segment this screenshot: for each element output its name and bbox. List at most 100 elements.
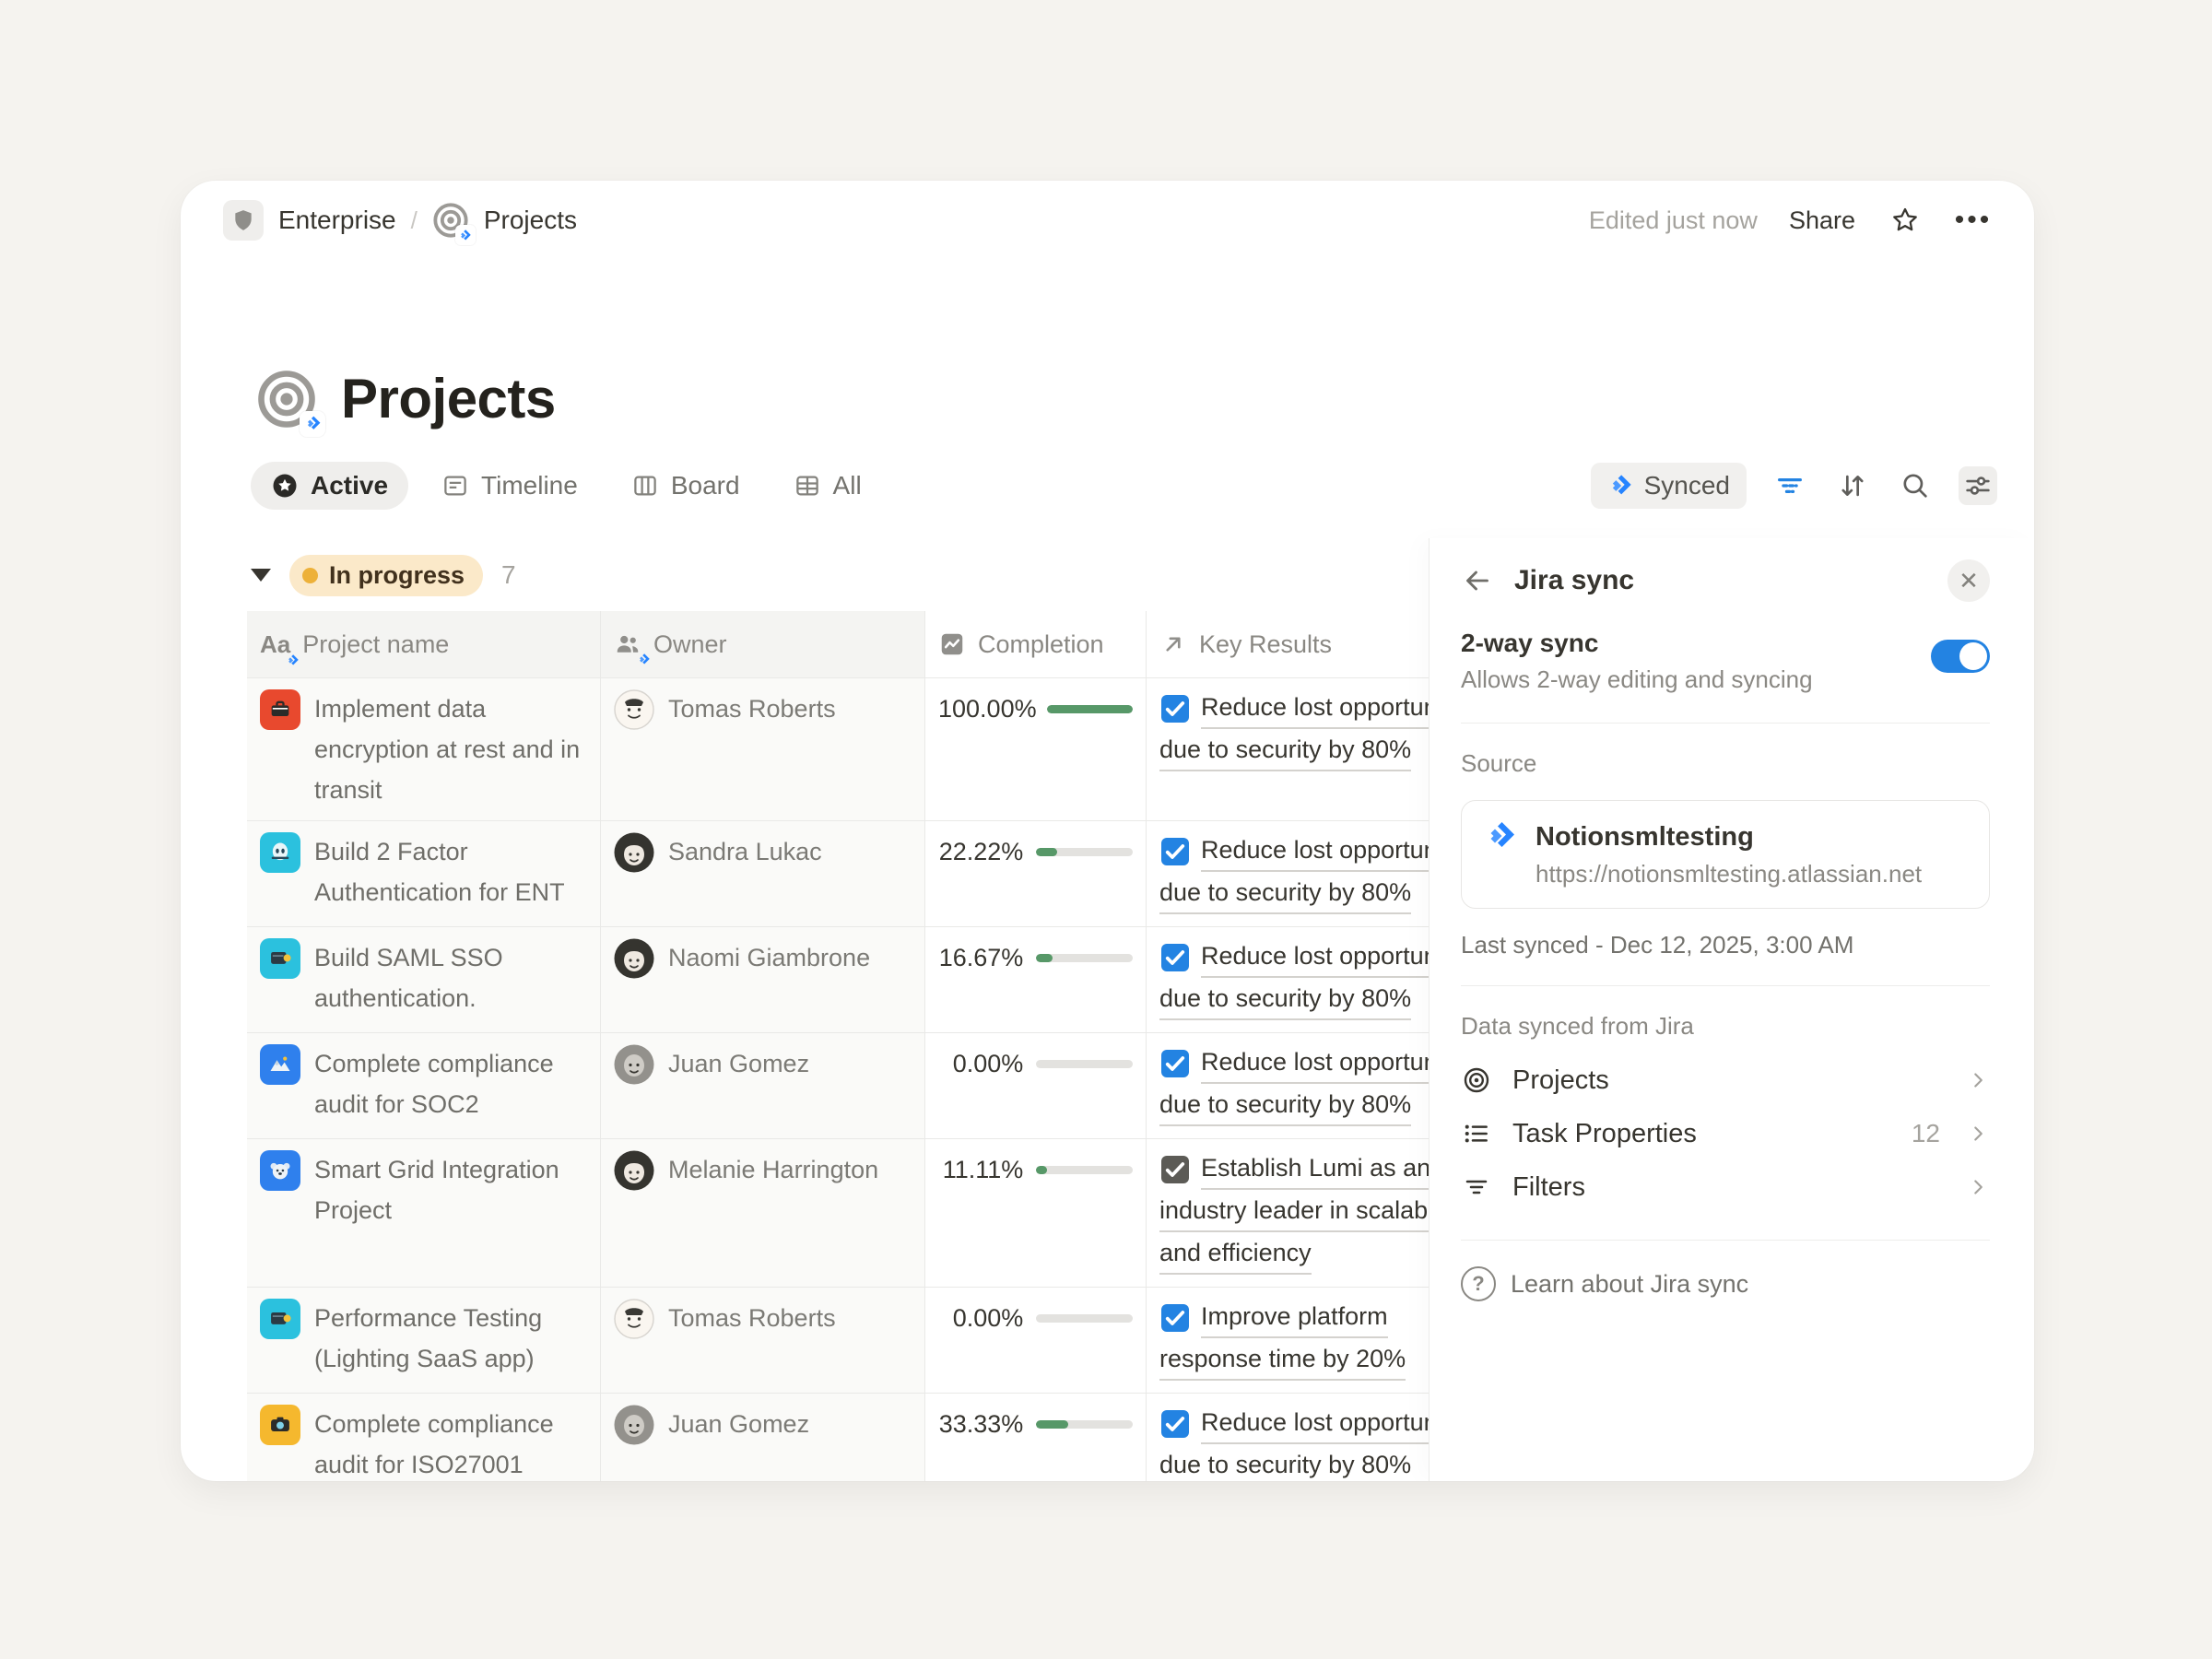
completion-cell[interactable]: 100.00%: [925, 678, 1147, 820]
key-result-link[interactable]: and efficiency: [1159, 1234, 1312, 1275]
completion-cell[interactable]: 33.33%: [925, 1394, 1147, 1481]
panel-item-task-properties[interactable]: Task Properties 12: [1461, 1107, 1990, 1160]
checkbox-icon: [1161, 695, 1189, 723]
divider: [1461, 985, 1990, 986]
notion-page-card: Enterprise / Projects Edited just now Sh…: [181, 181, 2034, 1481]
chevron-right-icon: [1966, 1122, 1990, 1146]
two-way-sync-toggle[interactable]: [1931, 640, 1990, 673]
project-name-cell[interactable]: Build 2 Factor Authentication for ENT: [247, 821, 601, 926]
tab-active[interactable]: Active: [251, 462, 408, 510]
key-result-link[interactable]: due to security by 80%: [1159, 731, 1411, 771]
completion-cell[interactable]: 0.00%: [925, 1033, 1147, 1138]
more-options-icon[interactable]: •••: [1955, 202, 1992, 239]
completion-cell[interactable]: 11.11%: [925, 1139, 1147, 1287]
view-settings-icon[interactable]: [1959, 466, 1997, 505]
key-result-link[interactable]: response time by 20%: [1159, 1340, 1406, 1381]
panel-item-label: Filters: [1512, 1172, 1946, 1203]
owner-cell[interactable]: Sandra Lukac: [601, 821, 925, 926]
key-result-link[interactable]: Improve platform: [1201, 1298, 1388, 1338]
checkbox-icon: [1161, 944, 1189, 971]
project-name: Build SAML SSO authentication.: [314, 937, 587, 1022]
help-icon: ?: [1461, 1266, 1496, 1301]
table-row: Performance Testing (Lighting SaaS app) …: [247, 1287, 1534, 1393]
page-target-icon: [432, 202, 469, 239]
toolbar-right: Synced: [1591, 463, 1997, 509]
project-name: Implement data encryption at rest and in…: [314, 688, 587, 810]
completion-cell[interactable]: 16.67%: [925, 927, 1147, 1032]
key-result-link[interactable]: due to security by 80%: [1159, 980, 1411, 1020]
column-header-owner[interactable]: Owner: [601, 611, 925, 677]
favorite-star-icon[interactable]: [1887, 202, 1924, 239]
sort-icon[interactable]: [1833, 466, 1872, 505]
last-synced-status: Last synced - Dec 12, 2025, 3:00 AM: [1461, 931, 1990, 959]
progress-bar: [1036, 848, 1133, 856]
share-button[interactable]: Share: [1789, 206, 1855, 235]
toolbox-icon: [260, 689, 300, 730]
tab-timeline[interactable]: Timeline: [421, 462, 598, 510]
page-icon-target[interactable]: [256, 369, 317, 429]
source-card[interactable]: Notionsmltesting https://notionsmltestin…: [1461, 800, 1990, 909]
breadcrumb-separator: /: [411, 206, 418, 235]
status-badge[interactable]: In progress: [289, 555, 483, 596]
owner-cell[interactable]: Tomas Roberts: [601, 1288, 925, 1393]
key-result-link[interactable]: due to security by 80%: [1159, 1086, 1411, 1126]
project-name-cell[interactable]: Implement data encryption at rest and in…: [247, 678, 601, 820]
project-name-cell[interactable]: Complete compliance audit for ISO27001: [247, 1394, 601, 1481]
learn-about-jira-sync-link[interactable]: ? Learn about Jira sync: [1461, 1266, 1990, 1301]
project-name-cell[interactable]: Build SAML SSO authentication.: [247, 927, 601, 1032]
source-section-label: Source: [1461, 749, 1990, 778]
breadcrumb-workspace[interactable]: Enterprise: [278, 206, 396, 235]
key-result-link[interactable]: due to security by 80%: [1159, 874, 1411, 914]
camera-icon: [260, 1405, 300, 1445]
key-result-link[interactable]: industry leader in scalability: [1159, 1192, 1464, 1232]
completion-cell[interactable]: 22.22%: [925, 821, 1147, 926]
chevron-right-icon: [1966, 1068, 1990, 1092]
owner-cell[interactable]: Juan Gomez: [601, 1033, 925, 1138]
completion-percent: 11.11%: [938, 1149, 1023, 1277]
owner-cell[interactable]: Juan Gomez: [601, 1394, 925, 1481]
panel-item-filters[interactable]: Filters: [1461, 1160, 1990, 1214]
project-name-cell[interactable]: Complete compliance audit for SOC2: [247, 1033, 601, 1138]
collapse-triangle-icon[interactable]: [251, 569, 271, 582]
search-icon[interactable]: [1896, 466, 1935, 505]
tab-board[interactable]: Board: [611, 462, 760, 510]
status-dot-icon: [302, 568, 318, 583]
table-row: Build SAML SSO authentication. Naomi Gia…: [247, 926, 1534, 1032]
column-header-label: Owner: [653, 630, 727, 659]
owner-cell[interactable]: Melanie Harrington: [601, 1139, 925, 1287]
filter-icon[interactable]: [1771, 466, 1809, 505]
completion-cell[interactable]: 0.00%: [925, 1288, 1147, 1393]
owner-name: Juan Gomez: [668, 1404, 809, 1481]
panel-item-projects[interactable]: Projects: [1461, 1053, 1990, 1107]
tab-all[interactable]: All: [773, 462, 882, 510]
owner-cell[interactable]: Tomas Roberts: [601, 678, 925, 820]
chevron-right-icon: [1966, 1175, 1990, 1199]
jira-sync-panel: Jira sync ✕ 2-way sync Allows 2-way edit…: [1429, 538, 2034, 1481]
column-header-completion[interactable]: Completion: [925, 611, 1147, 677]
group-count: 7: [501, 560, 516, 590]
progress-bar: [1047, 705, 1133, 713]
data-synced-items: Projects Task Properties 12 Filters: [1461, 1053, 1990, 1214]
key-result-link[interactable]: Establish Lumi as an: [1201, 1149, 1430, 1190]
avatar: [614, 1405, 654, 1445]
column-header-project-name[interactable]: Aa Project name: [247, 611, 601, 677]
key-result-link[interactable]: due to security by 80%: [1159, 1446, 1411, 1481]
avatar: [614, 832, 654, 873]
synced-button[interactable]: Synced: [1591, 463, 1747, 509]
owner-name: Sandra Lukac: [668, 831, 822, 916]
avatar: [614, 1150, 654, 1191]
view-controls: Active Timeline Board All Synced: [251, 457, 1997, 514]
bullseye-icon: [1461, 1065, 1492, 1095]
source-name: Notionsmltesting: [1535, 819, 1922, 854]
column-header-label: Key Results: [1199, 630, 1332, 659]
close-icon[interactable]: ✕: [1947, 559, 1990, 602]
back-arrow-icon[interactable]: [1461, 564, 1494, 597]
timeline-icon: [441, 472, 469, 500]
workspace-shield-icon[interactable]: [223, 200, 264, 241]
breadcrumb-page[interactable]: Projects: [484, 206, 577, 235]
board-icon: [631, 472, 659, 500]
owner-name: Melanie Harrington: [668, 1149, 878, 1277]
project-name-cell[interactable]: Smart Grid Integration Project: [247, 1139, 601, 1287]
owner-cell[interactable]: Naomi Giambrone: [601, 927, 925, 1032]
project-name-cell[interactable]: Performance Testing (Lighting SaaS app): [247, 1288, 601, 1393]
